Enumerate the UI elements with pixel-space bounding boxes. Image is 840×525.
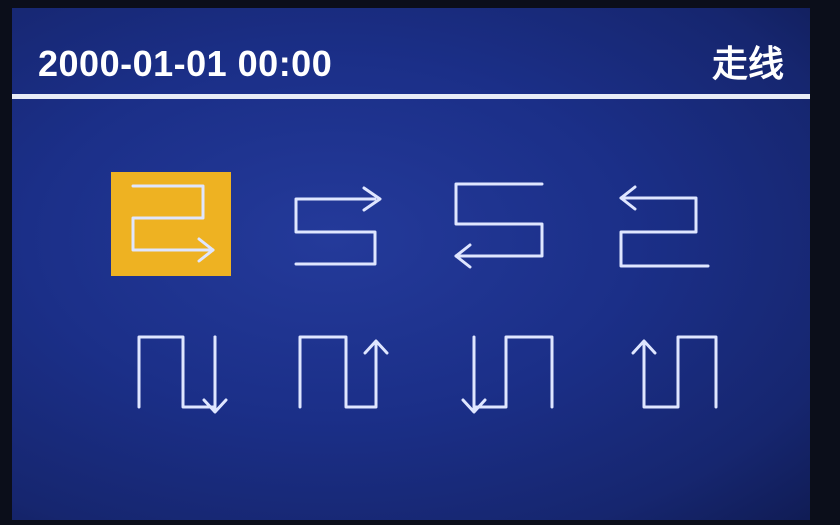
- zigzag-down-start-left-icon: [137, 335, 228, 414]
- wiring-option-8[interactable]: [594, 325, 718, 429]
- wiring-option-5[interactable]: [111, 325, 231, 429]
- snake-left-start-bottom-left-icon: [454, 182, 544, 269]
- wiring-pattern-grid: [12, 8, 810, 520]
- lcd-screen: 2000-01-01 00:00 走线: [12, 8, 810, 520]
- wiring-option-1[interactable]: [111, 172, 231, 276]
- zigzag-up-end-left-icon: [631, 335, 718, 409]
- wiring-option-4[interactable]: [594, 172, 714, 276]
- snake-left-start-top-left-icon: [619, 185, 710, 268]
- wiring-option-3[interactable]: [430, 172, 550, 276]
- snake-right-start-top-left-icon: [131, 184, 215, 263]
- wiring-option-7[interactable]: [430, 325, 554, 429]
- snake-right-start-top-right-icon: [294, 186, 382, 266]
- zigzag-up-start-left-icon: [298, 335, 389, 409]
- wiring-option-2[interactable]: [272, 172, 392, 276]
- display-bezel: 2000-01-01 00:00 走线: [0, 0, 840, 525]
- wiring-option-6[interactable]: [272, 325, 392, 429]
- zigzag-down-end-left-icon: [461, 335, 554, 414]
